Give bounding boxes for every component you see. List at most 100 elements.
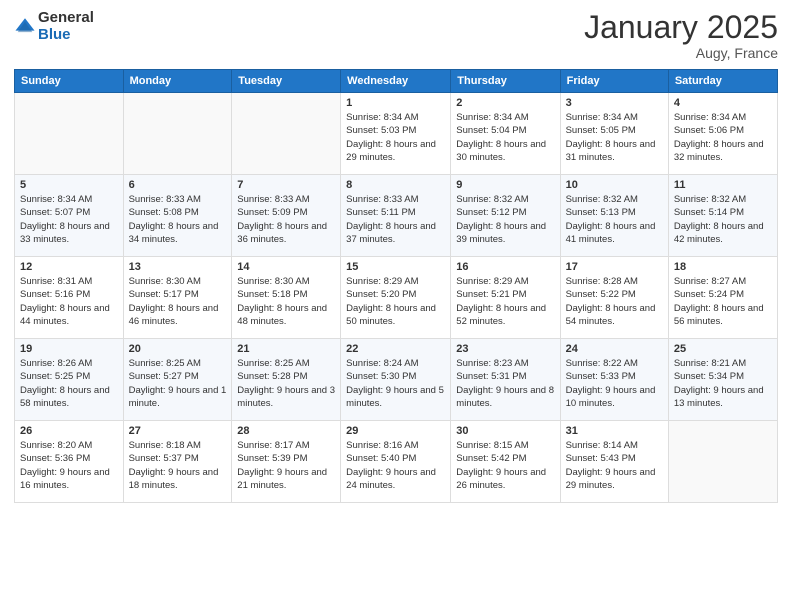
calendar-cell: 7 Sunrise: 8:33 AMSunset: 5:09 PMDayligh… [232, 175, 341, 257]
calendar-cell: 1 Sunrise: 8:34 AMSunset: 5:03 PMDayligh… [341, 93, 451, 175]
week-row-3: 19 Sunrise: 8:26 AMSunset: 5:25 PMDaylig… [15, 339, 778, 421]
day-number: 6 [129, 179, 227, 191]
calendar-cell: 22 Sunrise: 8:24 AMSunset: 5:30 PMDaylig… [341, 339, 451, 421]
day-number: 31 [566, 425, 663, 437]
day-detail: Sunrise: 8:18 AMSunset: 5:37 PMDaylight:… [129, 440, 219, 491]
calendar-cell: 19 Sunrise: 8:26 AMSunset: 5:25 PMDaylig… [15, 339, 124, 421]
day-detail: Sunrise: 8:34 AMSunset: 5:05 PMDaylight:… [566, 112, 656, 163]
day-detail: Sunrise: 8:33 AMSunset: 5:08 PMDaylight:… [129, 194, 219, 245]
week-row-4: 26 Sunrise: 8:20 AMSunset: 5:36 PMDaylig… [15, 421, 778, 503]
day-number: 9 [456, 179, 554, 191]
week-row-2: 12 Sunrise: 8:31 AMSunset: 5:16 PMDaylig… [15, 257, 778, 339]
calendar-cell: 25 Sunrise: 8:21 AMSunset: 5:34 PMDaylig… [668, 339, 777, 421]
day-detail: Sunrise: 8:22 AMSunset: 5:33 PMDaylight:… [566, 358, 656, 409]
calendar-cell: 12 Sunrise: 8:31 AMSunset: 5:16 PMDaylig… [15, 257, 124, 339]
col-wednesday: Wednesday [341, 70, 451, 93]
day-number: 24 [566, 343, 663, 355]
calendar-cell: 14 Sunrise: 8:30 AMSunset: 5:18 PMDaylig… [232, 257, 341, 339]
calendar-cell: 21 Sunrise: 8:25 AMSunset: 5:28 PMDaylig… [232, 339, 341, 421]
day-number: 27 [129, 425, 227, 437]
calendar-cell: 5 Sunrise: 8:34 AMSunset: 5:07 PMDayligh… [15, 175, 124, 257]
calendar-cell: 27 Sunrise: 8:18 AMSunset: 5:37 PMDaylig… [123, 421, 232, 503]
calendar-cell: 26 Sunrise: 8:20 AMSunset: 5:36 PMDaylig… [15, 421, 124, 503]
day-detail: Sunrise: 8:25 AMSunset: 5:27 PMDaylight:… [129, 358, 227, 409]
location: Augy, France [584, 45, 778, 61]
day-detail: Sunrise: 8:15 AMSunset: 5:42 PMDaylight:… [456, 440, 546, 491]
day-detail: Sunrise: 8:20 AMSunset: 5:36 PMDaylight:… [20, 440, 110, 491]
day-detail: Sunrise: 8:32 AMSunset: 5:13 PMDaylight:… [566, 194, 656, 245]
day-detail: Sunrise: 8:16 AMSunset: 5:40 PMDaylight:… [346, 440, 436, 491]
day-number: 28 [237, 425, 335, 437]
logo-icon [14, 16, 36, 38]
calendar-cell: 6 Sunrise: 8:33 AMSunset: 5:08 PMDayligh… [123, 175, 232, 257]
calendar-cell [232, 93, 341, 175]
day-number: 16 [456, 261, 554, 273]
calendar-table: Sunday Monday Tuesday Wednesday Thursday… [14, 69, 778, 503]
day-detail: Sunrise: 8:28 AMSunset: 5:22 PMDaylight:… [566, 276, 656, 327]
calendar-cell: 8 Sunrise: 8:33 AMSunset: 5:11 PMDayligh… [341, 175, 451, 257]
day-number: 12 [20, 261, 118, 273]
day-number: 7 [237, 179, 335, 191]
calendar-cell: 29 Sunrise: 8:16 AMSunset: 5:40 PMDaylig… [341, 421, 451, 503]
header: General Blue January 2025 Augy, France [14, 10, 778, 61]
day-detail: Sunrise: 8:27 AMSunset: 5:24 PMDaylight:… [674, 276, 764, 327]
calendar-cell: 20 Sunrise: 8:25 AMSunset: 5:27 PMDaylig… [123, 339, 232, 421]
calendar-cell: 15 Sunrise: 8:29 AMSunset: 5:20 PMDaylig… [341, 257, 451, 339]
day-number: 1 [346, 97, 445, 109]
calendar-cell: 17 Sunrise: 8:28 AMSunset: 5:22 PMDaylig… [560, 257, 668, 339]
day-detail: Sunrise: 8:34 AMSunset: 5:06 PMDaylight:… [674, 112, 764, 163]
col-thursday: Thursday [451, 70, 560, 93]
calendar-cell: 31 Sunrise: 8:14 AMSunset: 5:43 PMDaylig… [560, 421, 668, 503]
day-number: 25 [674, 343, 772, 355]
col-monday: Monday [123, 70, 232, 93]
col-friday: Friday [560, 70, 668, 93]
calendar-cell [668, 421, 777, 503]
day-detail: Sunrise: 8:33 AMSunset: 5:09 PMDaylight:… [237, 194, 327, 245]
calendar-cell: 28 Sunrise: 8:17 AMSunset: 5:39 PMDaylig… [232, 421, 341, 503]
day-detail: Sunrise: 8:34 AMSunset: 5:04 PMDaylight:… [456, 112, 546, 163]
week-row-0: 1 Sunrise: 8:34 AMSunset: 5:03 PMDayligh… [15, 93, 778, 175]
day-number: 30 [456, 425, 554, 437]
calendar-cell: 18 Sunrise: 8:27 AMSunset: 5:24 PMDaylig… [668, 257, 777, 339]
day-detail: Sunrise: 8:26 AMSunset: 5:25 PMDaylight:… [20, 358, 110, 409]
day-detail: Sunrise: 8:21 AMSunset: 5:34 PMDaylight:… [674, 358, 764, 409]
day-number: 21 [237, 343, 335, 355]
day-detail: Sunrise: 8:24 AMSunset: 5:30 PMDaylight:… [346, 358, 444, 409]
day-number: 19 [20, 343, 118, 355]
day-detail: Sunrise: 8:29 AMSunset: 5:21 PMDaylight:… [456, 276, 546, 327]
calendar-cell: 30 Sunrise: 8:15 AMSunset: 5:42 PMDaylig… [451, 421, 560, 503]
col-tuesday: Tuesday [232, 70, 341, 93]
day-detail: Sunrise: 8:25 AMSunset: 5:28 PMDaylight:… [237, 358, 335, 409]
day-number: 23 [456, 343, 554, 355]
calendar-cell: 16 Sunrise: 8:29 AMSunset: 5:21 PMDaylig… [451, 257, 560, 339]
day-number: 18 [674, 261, 772, 273]
day-number: 15 [346, 261, 445, 273]
day-number: 20 [129, 343, 227, 355]
calendar-cell: 4 Sunrise: 8:34 AMSunset: 5:06 PMDayligh… [668, 93, 777, 175]
day-number: 29 [346, 425, 445, 437]
calendar-header-row: Sunday Monday Tuesday Wednesday Thursday… [15, 70, 778, 93]
day-detail: Sunrise: 8:32 AMSunset: 5:14 PMDaylight:… [674, 194, 764, 245]
calendar-cell: 2 Sunrise: 8:34 AMSunset: 5:04 PMDayligh… [451, 93, 560, 175]
page: General Blue January 2025 Augy, France S… [0, 0, 792, 612]
day-number: 17 [566, 261, 663, 273]
calendar-cell: 3 Sunrise: 8:34 AMSunset: 5:05 PMDayligh… [560, 93, 668, 175]
day-detail: Sunrise: 8:32 AMSunset: 5:12 PMDaylight:… [456, 194, 546, 245]
day-detail: Sunrise: 8:14 AMSunset: 5:43 PMDaylight:… [566, 440, 656, 491]
calendar-cell: 23 Sunrise: 8:23 AMSunset: 5:31 PMDaylig… [451, 339, 560, 421]
calendar-cell [123, 93, 232, 175]
logo-blue-text: Blue [38, 27, 94, 44]
day-detail: Sunrise: 8:30 AMSunset: 5:18 PMDaylight:… [237, 276, 327, 327]
day-number: 5 [20, 179, 118, 191]
week-row-1: 5 Sunrise: 8:34 AMSunset: 5:07 PMDayligh… [15, 175, 778, 257]
day-number: 11 [674, 179, 772, 191]
day-number: 13 [129, 261, 227, 273]
day-detail: Sunrise: 8:29 AMSunset: 5:20 PMDaylight:… [346, 276, 436, 327]
col-saturday: Saturday [668, 70, 777, 93]
day-number: 8 [346, 179, 445, 191]
logo: General Blue [14, 10, 94, 43]
day-number: 4 [674, 97, 772, 109]
day-number: 14 [237, 261, 335, 273]
day-detail: Sunrise: 8:34 AMSunset: 5:03 PMDaylight:… [346, 112, 436, 163]
day-number: 10 [566, 179, 663, 191]
